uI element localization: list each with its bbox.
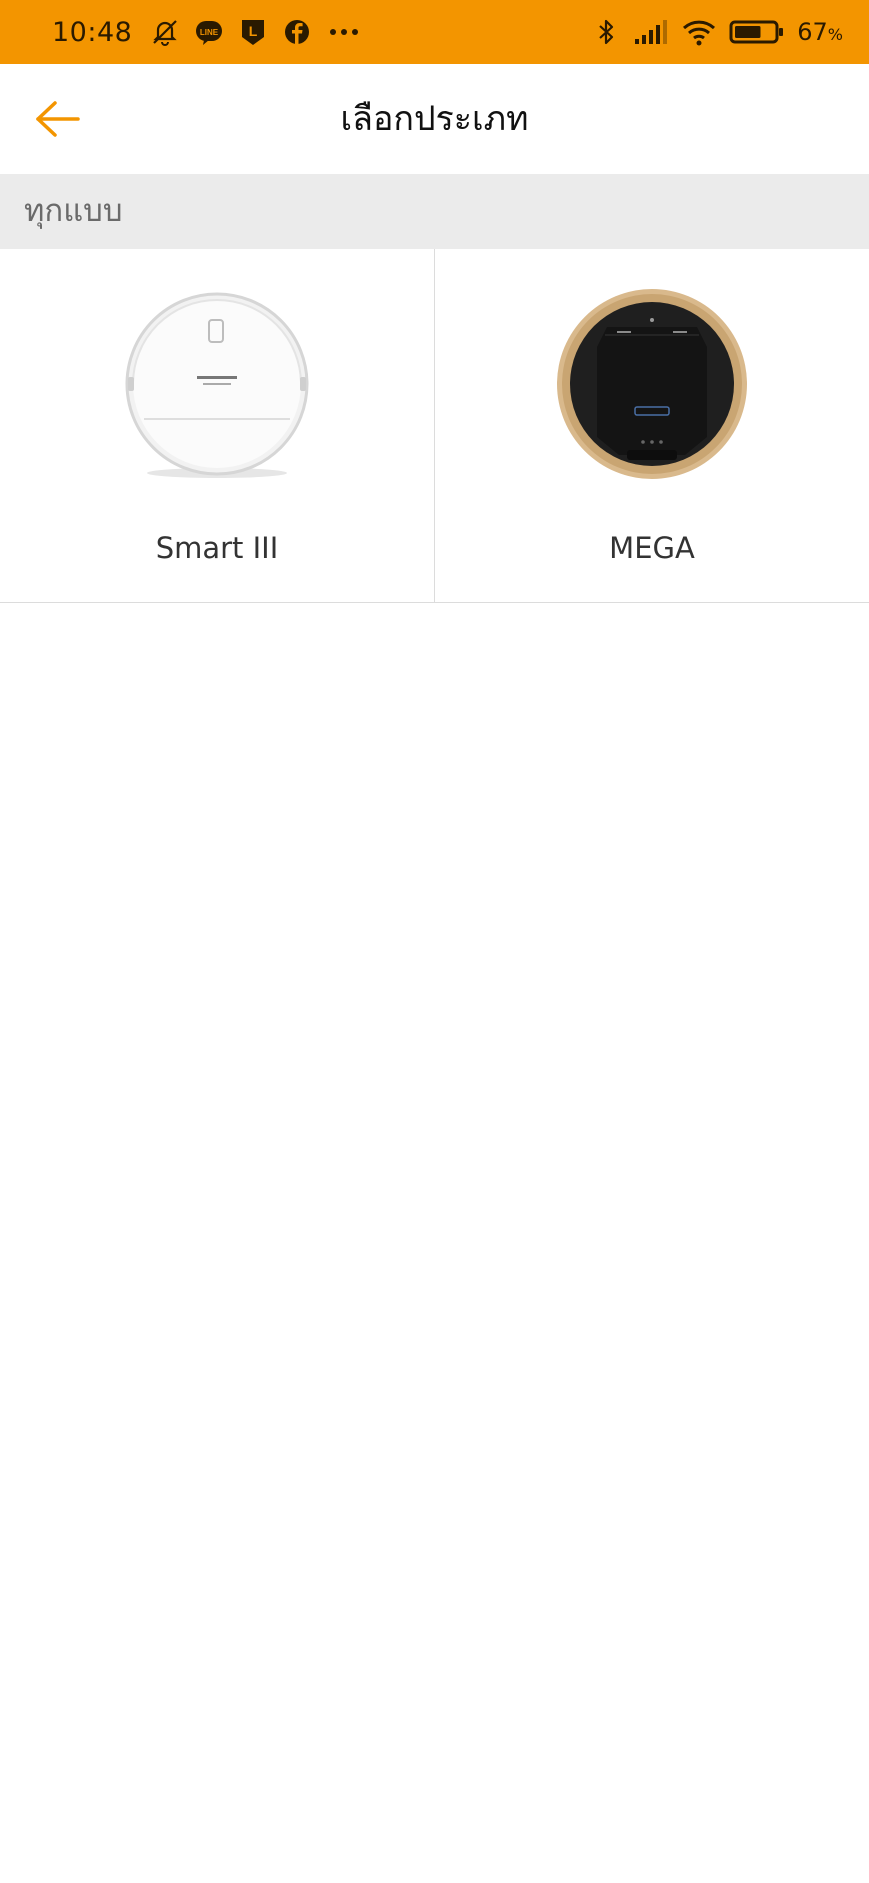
status-time: 10:48 xyxy=(52,16,133,48)
wifi-icon xyxy=(681,17,717,47)
product-card-smart-iii[interactable]: Smart III xyxy=(0,249,435,602)
section-label: ทุกแบบ xyxy=(24,193,123,229)
bluetooth-icon xyxy=(591,17,621,47)
battery-percent-value: 67 xyxy=(797,18,828,46)
app-bar: เลือกประเภท xyxy=(0,64,869,174)
l-app-icon: L xyxy=(238,17,268,47)
black-gold-robot-vacuum-image xyxy=(557,289,747,479)
product-card-mega[interactable]: MEGA xyxy=(435,249,869,602)
status-bar-right: 67% xyxy=(591,0,843,64)
battery-percent: 67% xyxy=(797,18,843,46)
battery-icon xyxy=(729,17,785,47)
line-icon-text: LINE xyxy=(200,28,219,37)
line-icon: LINE xyxy=(194,17,224,47)
facebook-icon xyxy=(282,17,312,47)
battery-percent-unit: % xyxy=(827,25,843,44)
signal-icon xyxy=(633,17,669,47)
back-button[interactable] xyxy=(28,94,88,144)
l-app-icon-text: L xyxy=(249,23,258,39)
white-robot-vacuum-image xyxy=(125,292,309,478)
status-bar-left: 10:48 LINE L xyxy=(52,0,362,64)
page-title: เลือกประเภท xyxy=(340,99,529,139)
product-name: MEGA xyxy=(609,531,695,565)
mute-bell-icon xyxy=(150,17,180,47)
product-name: Smart III xyxy=(155,531,279,565)
section-header: ทุกแบบ xyxy=(0,174,869,249)
product-grid: Smart III MEGA xyxy=(0,249,869,603)
arrow-left-icon xyxy=(36,101,80,137)
status-bar: 10:48 LINE L 67% xyxy=(0,0,869,64)
more-dots-icon xyxy=(326,17,362,47)
